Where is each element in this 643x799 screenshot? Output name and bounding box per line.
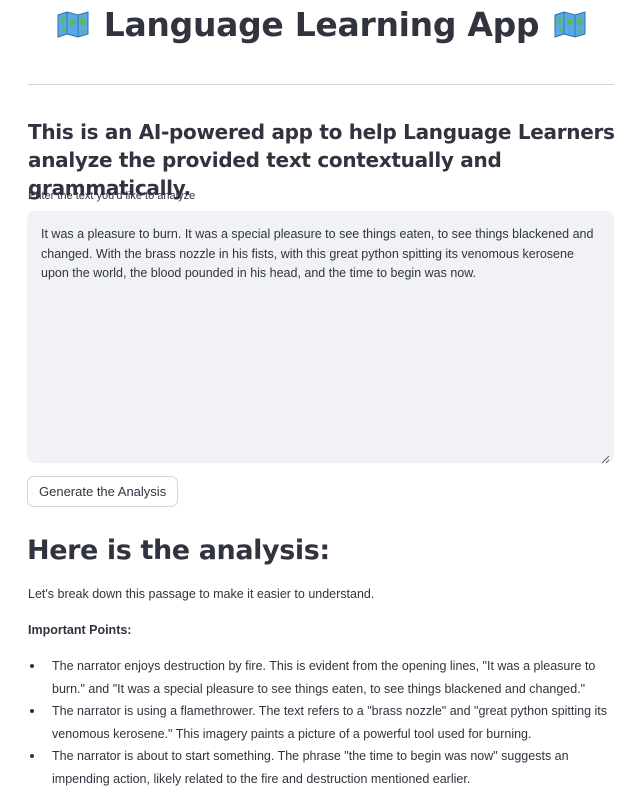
important-points-heading: Important Points: xyxy=(28,623,132,637)
list-item: The narrator enjoys destruction by fire.… xyxy=(28,655,618,700)
app-page: Language Learning App This is an AI-powe… xyxy=(0,0,643,799)
app-title-text: Language Learning App xyxy=(103,4,540,44)
app-title: Language Learning App xyxy=(0,0,643,48)
generate-analysis-button[interactable]: Generate the Analysis xyxy=(27,476,179,507)
important-points-list: The narrator enjoys destruction by fire.… xyxy=(28,655,618,790)
analysis-intro: Let's break down this passage to make it… xyxy=(28,587,375,601)
list-item: The narrator is using a flamethrower. Th… xyxy=(28,700,618,745)
text-input-area[interactable]: It was a pleasure to burn. It was a spec… xyxy=(27,211,614,464)
resize-handle-icon[interactable] xyxy=(601,451,610,464)
text-input-label: Enter the text you'd like to analyze xyxy=(28,190,196,202)
analysis-heading: Here is the analysis: xyxy=(27,535,330,566)
list-item: The narrator is about to start something… xyxy=(28,745,618,790)
world-map-icon xyxy=(56,10,90,38)
text-input-value[interactable]: It was a pleasure to burn. It was a spec… xyxy=(41,225,597,284)
world-map-icon xyxy=(553,10,587,38)
header-divider xyxy=(28,84,614,85)
